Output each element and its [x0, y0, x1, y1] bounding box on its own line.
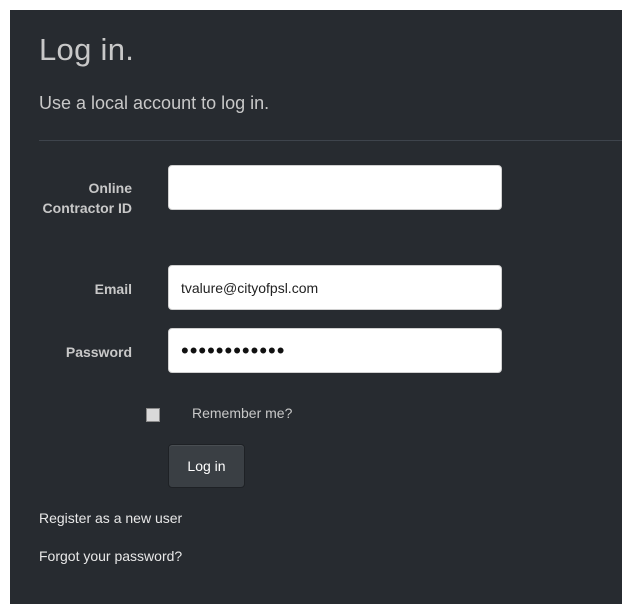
forgot-password-link[interactable]: Forgot your password?	[39, 548, 182, 564]
login-button[interactable]: Log in	[168, 444, 245, 488]
remember-me-label: Remember me?	[192, 405, 293, 421]
email-input[interactable]	[168, 265, 502, 310]
page-subtitle: Use a local account to log in.	[39, 93, 270, 113]
divider	[39, 140, 622, 141]
password-input[interactable]	[168, 328, 502, 373]
remember-me-checkbox[interactable]	[146, 408, 160, 422]
page-title: Log in.	[39, 32, 135, 67]
password-label: Password	[65, 344, 132, 360]
email-label: Email	[94, 281, 132, 297]
contractor-id-input[interactable]	[168, 165, 502, 210]
contractor-id-label: Online Contractor ID	[42, 180, 132, 216]
login-panel: Log in. Use a local account to log in. O…	[10, 10, 622, 604]
register-link[interactable]: Register as a new user	[39, 510, 182, 526]
